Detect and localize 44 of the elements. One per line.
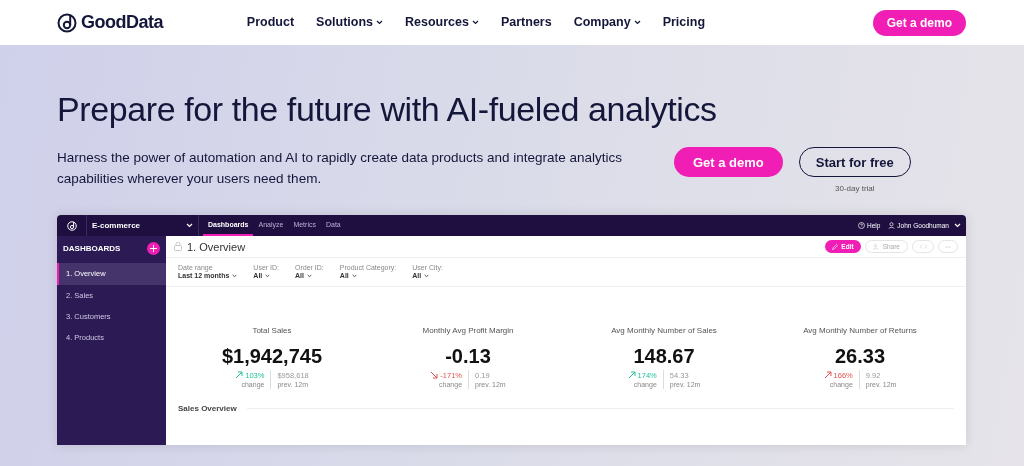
lock-icon [174, 242, 182, 252]
brand-name: GoodData [81, 11, 163, 34]
kpi-title: Total Sales [252, 324, 292, 337]
demo-button[interactable]: Get a demo [872, 9, 966, 36]
help-icon [857, 222, 865, 230]
sidebar-title: DASHBOARDS [63, 242, 121, 255]
kpi-title: Monthly Avg Profit Margin [422, 324, 514, 337]
caret-icon [954, 223, 961, 229]
nav-link[interactable]: Partners [500, 13, 552, 32]
nav-link[interactable]: Solutions [316, 13, 383, 32]
pencil-icon [832, 243, 839, 250]
section-title: Sales Overview [178, 402, 237, 415]
embed-button[interactable] [912, 240, 934, 254]
code-icon [919, 244, 927, 250]
caret-icon [232, 274, 238, 278]
caret-icon [424, 274, 430, 278]
demo-button[interactable]: Get a demo [674, 147, 783, 178]
caret-icon [265, 274, 271, 278]
plus-icon [150, 245, 157, 253]
kpi-value: 26.33 [834, 344, 886, 367]
logo-icon [57, 12, 77, 33]
caret-icon [633, 20, 641, 25]
caret-icon [351, 274, 357, 278]
logo-icon [66, 220, 77, 231]
kpi-value: 148.67 [633, 344, 695, 367]
dashboard-title: 1. Overview [187, 239, 246, 255]
more-button[interactable] [938, 240, 958, 254]
nav-link[interactable]: Product [246, 13, 295, 32]
kpi-title: Avg Monthly Number of Sales [611, 324, 717, 337]
kpi-value: -0.13 [445, 344, 491, 367]
nav-link[interactable]: Resources [405, 13, 479, 32]
hero-subtitle: Harness the power of automation and AI to rapidly create data products and integrate analytics capabilities wherever your users need them. [57, 149, 624, 189]
hero-title: Prepare for the future with AI-fueled analytics [57, 89, 718, 130]
add-button[interactable] [147, 242, 160, 256]
caret-icon [186, 223, 193, 229]
nav-link[interactable]: Company [573, 13, 641, 32]
user-icon [888, 222, 896, 230]
caret-icon [307, 274, 312, 278]
kpi-value: $1,942,745 [221, 344, 323, 367]
caret-icon [376, 20, 383, 25]
caret-icon [471, 20, 479, 25]
trial-note: 30-day trial [835, 183, 875, 196]
nav-link[interactable]: Pricing [662, 13, 705, 32]
kpi-title: Avg Monthly Number of Returns [803, 324, 917, 337]
